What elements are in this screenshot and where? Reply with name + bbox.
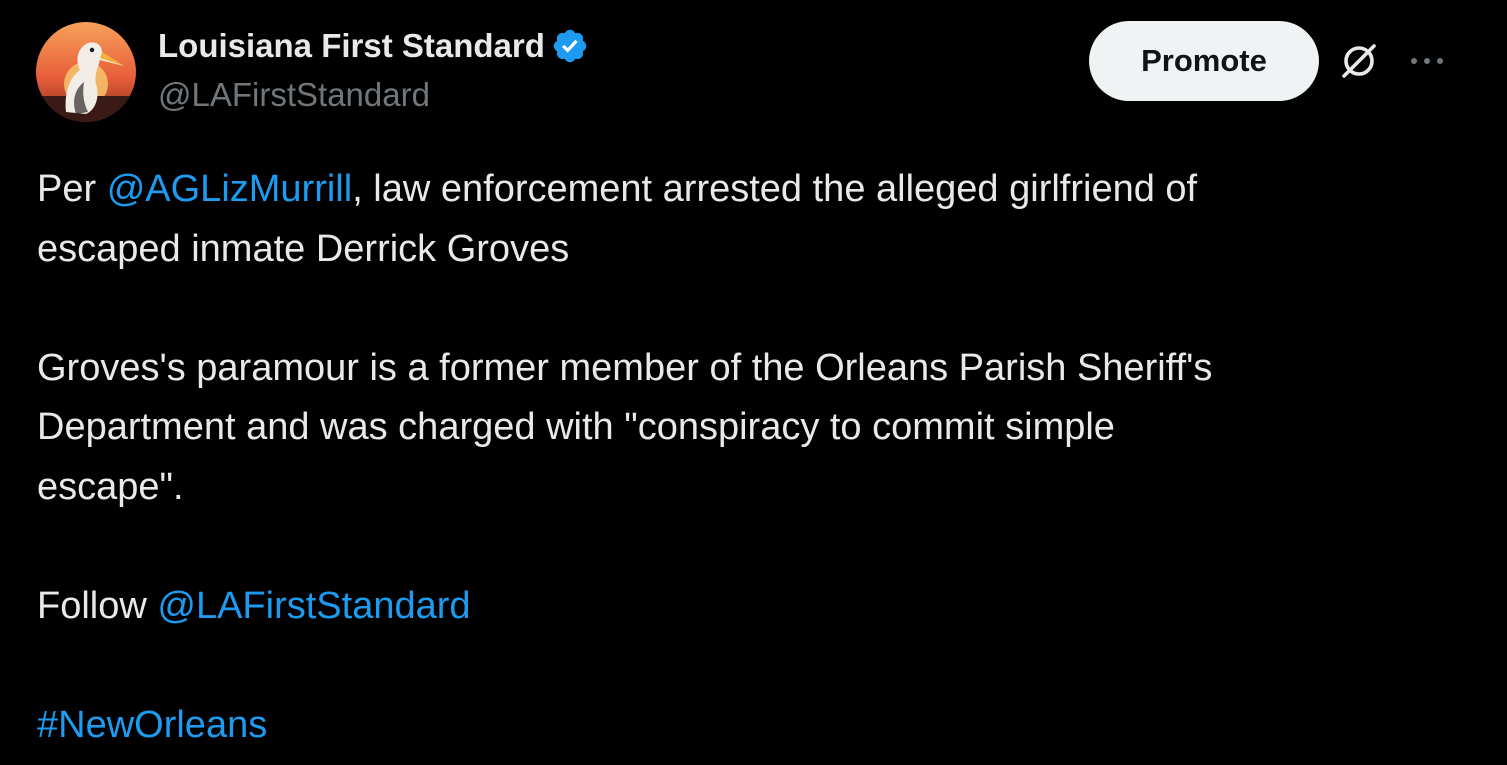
display-name-row: Louisiana First Standard [158, 24, 589, 68]
tweet: Louisiana First Standard @LAFirstStandar… [0, 0, 1507, 765]
handle[interactable]: @LAFirstStandard [158, 76, 589, 114]
text-segment: Per [37, 168, 107, 210]
text-segment: Follow [37, 584, 158, 627]
tweet-line: Groves's paramour is a former member of … [37, 346, 1213, 389]
tweet-text: Per @AGLizMurrill, law enforcement arres… [37, 160, 1457, 755]
verified-badge-icon[interactable] [551, 27, 589, 65]
author-info: Louisiana First Standard @LAFirstStandar… [158, 24, 589, 114]
grok-slash-icon[interactable] [1338, 40, 1380, 82]
mention-link-aglizmurrill[interactable]: @AGLizMurrill [107, 168, 352, 210]
tweet-line: escaped inmate Derrick Groves [37, 227, 570, 270]
pelican-avatar-image [36, 22, 136, 122]
promote-button[interactable]: Promote [1089, 21, 1319, 101]
tweet-line: Department and was charged with "conspir… [37, 406, 1115, 448]
tweet-line: #NewOrleans [37, 696, 1457, 756]
mention-link-lafirststandard[interactable]: @LAFirstStandard [157, 585, 470, 627]
tweet-line: escape". [37, 465, 184, 508]
hashtag-link-neworleans[interactable]: #NewOrleans [37, 704, 267, 746]
more-horizontal-icon[interactable] [1407, 48, 1447, 74]
tweet-line: Follow @LAFirstStandard [37, 577, 1457, 637]
display-name[interactable]: Louisiana First Standard [158, 27, 545, 65]
avatar[interactable] [36, 22, 136, 122]
tweet-line: Per @AGLizMurrill, law enforcement arres… [37, 160, 1457, 220]
text-segment: , law enforcement arrested the alleged g… [352, 168, 1198, 210]
